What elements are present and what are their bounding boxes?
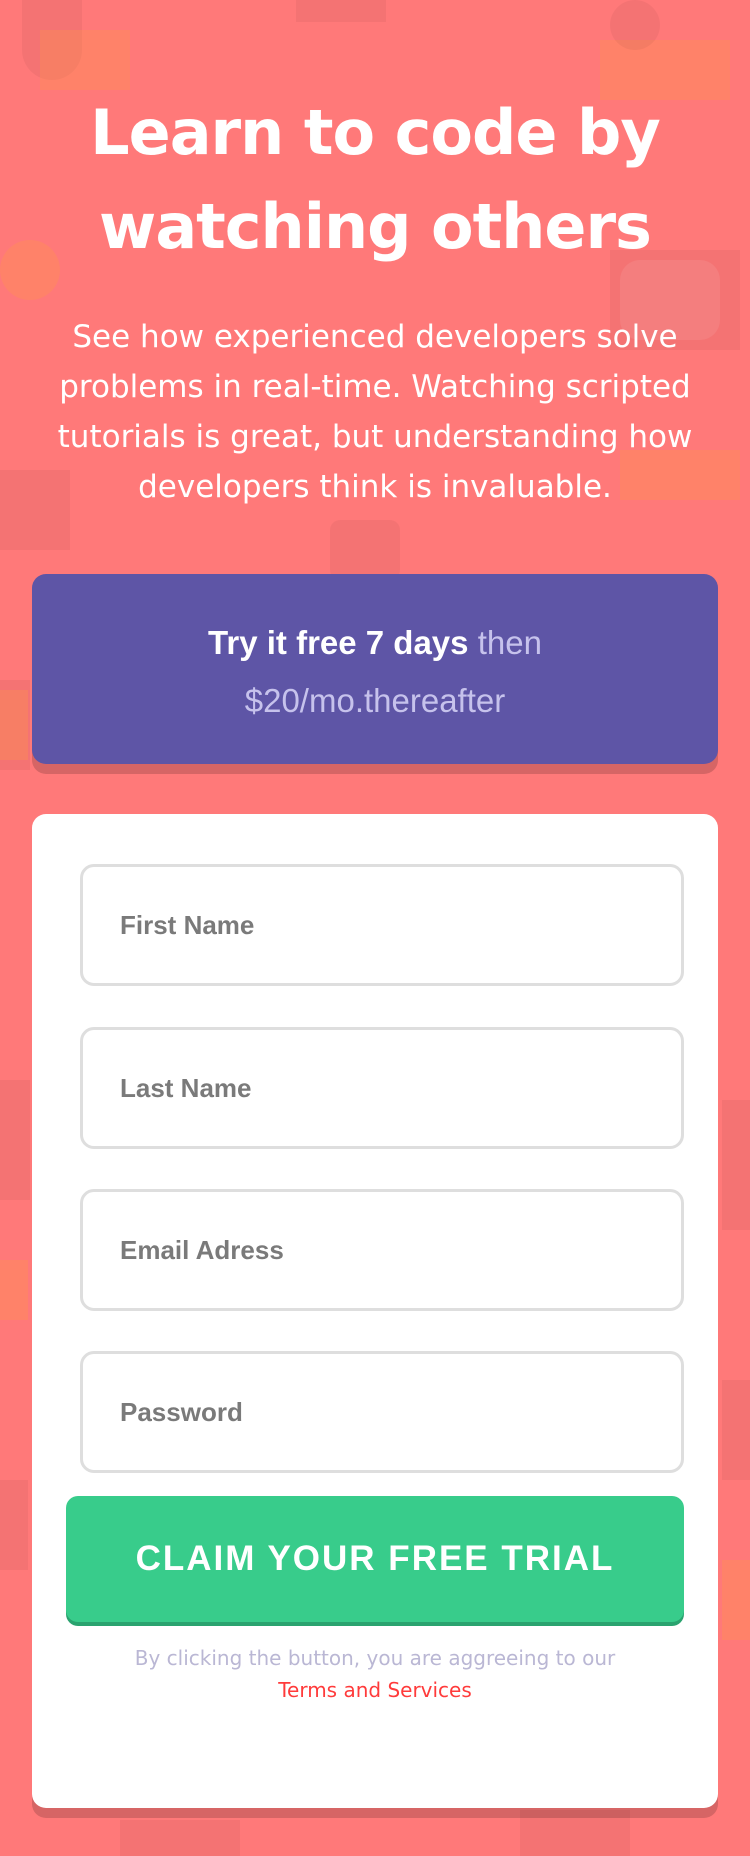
offer-banner: Try it free 7 days then $20/mo.thereafte…: [32, 574, 718, 764]
password-field: [80, 1351, 684, 1473]
last-name-field: [80, 1027, 684, 1149]
offer-price-text: $20/mo.thereafter: [244, 682, 506, 719]
last-name-input[interactable]: [83, 1030, 681, 1146]
terms-link[interactable]: Terms and Services: [278, 1674, 472, 1706]
email-field: [80, 1189, 684, 1311]
terms-notice: By clicking the button, you are aggreein…: [32, 1642, 718, 1706]
password-input[interactable]: [83, 1354, 681, 1470]
offer-line-1: Try it free 7 days then: [32, 614, 718, 672]
page-title-line-2: watching others: [99, 190, 652, 263]
page-title: Learn to code by watching others: [0, 86, 750, 274]
first-name-field: [80, 864, 684, 986]
offer-free-trial-text: Try it free 7 days: [208, 624, 469, 661]
claim-free-trial-button[interactable]: CLAIM YOUR FREE TRIAL: [66, 1496, 684, 1622]
signup-form: CLAIM YOUR FREE TRIAL By clicking the bu…: [32, 814, 718, 1808]
first-name-input[interactable]: [83, 867, 681, 983]
terms-text: By clicking the button, you are aggreein…: [134, 1646, 616, 1670]
email-input[interactable]: [83, 1192, 681, 1308]
page-title-line-1: Learn to code by: [90, 96, 661, 169]
hero-description: See how experienced developers solve pro…: [57, 319, 693, 505]
offer-then-text: then: [477, 624, 542, 661]
